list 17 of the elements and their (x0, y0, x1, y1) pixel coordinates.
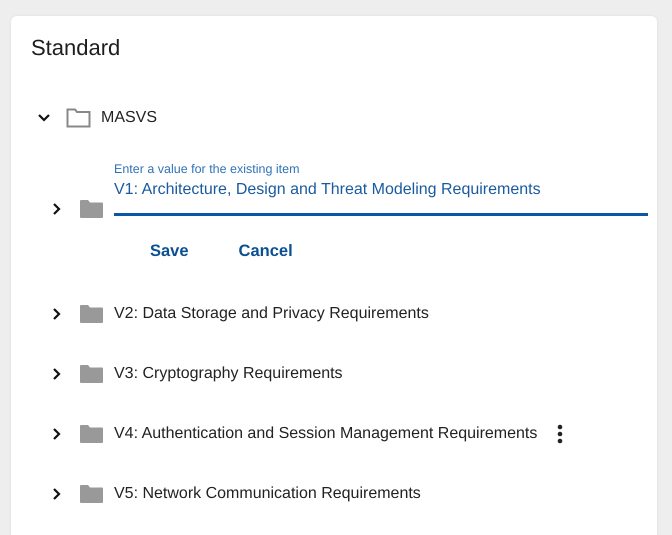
tree-item-label[interactable]: V3: Cryptography Requirements (114, 365, 343, 383)
more-options-icon[interactable] (557, 424, 564, 444)
tree-item-label[interactable]: V5: Network Communication Requirements (114, 485, 421, 503)
tree-item-label[interactable]: V2: Data Storage and Privacy Requirements (114, 305, 429, 323)
folder-icon (79, 424, 104, 444)
folder-icon (66, 108, 91, 128)
cancel-button[interactable]: Cancel (228, 238, 303, 264)
field-label: Enter a value for the existing item (114, 161, 301, 177)
folder-icon (79, 304, 104, 324)
tree-item-label[interactable]: MASVS (101, 109, 158, 127)
folder-icon (79, 484, 104, 504)
input-field[interactable]: V1: Architecture, Design and Threat Modeling Requirements (114, 181, 648, 199)
folder-icon (79, 364, 104, 384)
card-title: Standard (31, 34, 120, 62)
save-button[interactable]: Save (140, 238, 199, 264)
folder-icon (79, 199, 104, 219)
tree-item-label[interactable]: V4: Authentication and Session Management Requirements (114, 425, 538, 443)
